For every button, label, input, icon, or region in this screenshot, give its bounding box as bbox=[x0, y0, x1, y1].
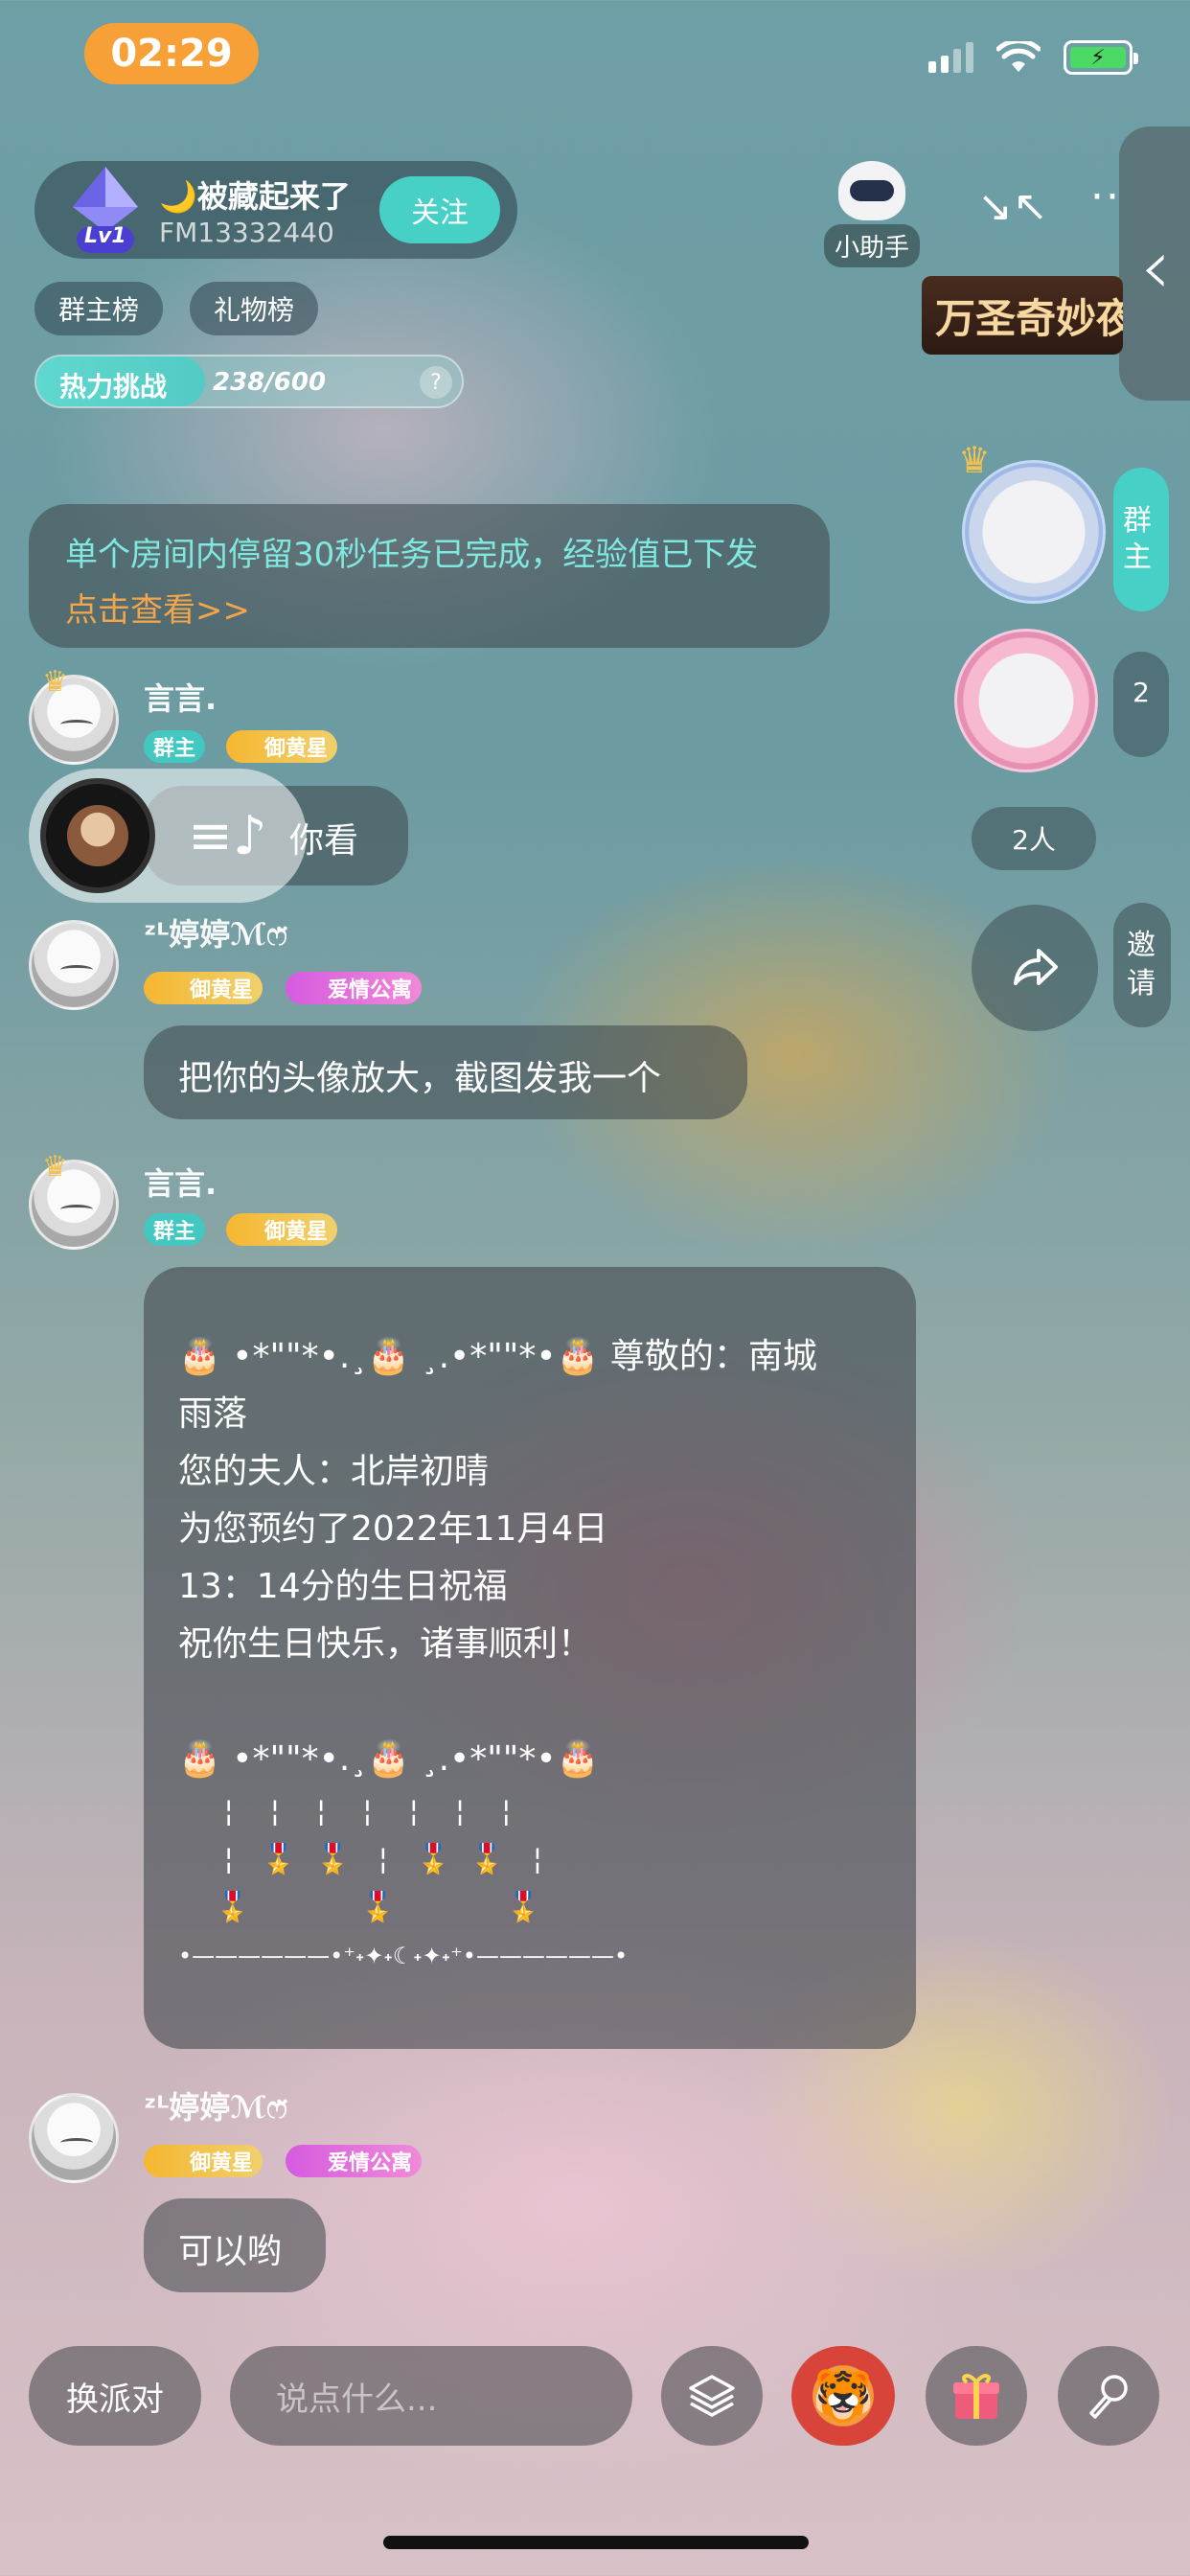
layers-icon bbox=[689, 2375, 735, 2417]
status-icons: ⚡ bbox=[928, 40, 1138, 75]
username[interactable]: ᶻᴸ婷婷ℳෆ̈ bbox=[144, 2083, 287, 2128]
room-level-label: Lv1 bbox=[84, 224, 126, 248]
avatar[interactable] bbox=[29, 920, 119, 1010]
gift-icon bbox=[953, 2374, 999, 2419]
layers-button[interactable] bbox=[661, 2346, 763, 2446]
system-message-link[interactable]: 点击查看>> bbox=[65, 583, 793, 638]
follow-button[interactable]: 关注 bbox=[379, 176, 500, 243]
home-indicator[interactable] bbox=[383, 2536, 809, 2549]
robot-assistant-icon bbox=[838, 161, 905, 220]
gift-rank-button[interactable]: 礼物榜 bbox=[190, 282, 318, 335]
music-disc-icon[interactable] bbox=[40, 778, 155, 893]
room-name: 🌙被藏起来了 bbox=[159, 178, 351, 215]
battery-icon: ⚡ bbox=[1064, 40, 1138, 75]
username[interactable]: ᶻᴸ婷婷ℳෆ̈ bbox=[144, 910, 287, 954]
tiger-emoji-button[interactable]: 🐯 bbox=[791, 2346, 895, 2446]
chat-input[interactable]: 说点什么... bbox=[230, 2346, 632, 2446]
system-message: 单个房间内停留30秒任务已完成，经验值已下发 点击查看>> bbox=[29, 504, 830, 648]
room-id: FM13332440 bbox=[159, 217, 334, 248]
system-message-text: 单个房间内停留30秒任务已完成，经验值已下发 bbox=[65, 536, 759, 574]
yuhuangxing-badge: 御黄星 bbox=[144, 2145, 263, 2177]
owner-seat-label: 群主 bbox=[1113, 468, 1169, 611]
decoration-line: ¦ ¦ ¦ ¦ ¦ ¦ ¦ bbox=[178, 1795, 512, 1828]
love-apartment-badge: 爱情公寓 bbox=[286, 972, 423, 1004]
owner-rank-button[interactable]: 群主榜 bbox=[34, 282, 163, 335]
help-icon[interactable]: ? bbox=[420, 366, 452, 399]
decoration-line: ¦ 🎖️ 🎖️ ¦ 🎖️ 🎖️ ¦ bbox=[178, 1843, 542, 1876]
chat-text-line bbox=[178, 1673, 881, 1731]
chat-bubble-birthday: 🎂 •*""*•.¸🎂 ¸.•*""*•🎂 尊敬的：南城 雨落 您的夫人：北岸初… bbox=[144, 1267, 916, 2049]
owner-seat-avatar[interactable] bbox=[962, 460, 1106, 604]
badge-label: 爱情公寓 bbox=[328, 2151, 413, 2175]
decoration-line: 🎖️ 🎖️ 🎖️ bbox=[178, 1891, 542, 1924]
yuhuangxing-badge: 御黄星 bbox=[226, 730, 338, 763]
chat-bubble: 把你的头像放大，截图发我一个 bbox=[144, 1025, 747, 1119]
more-options-icon[interactable]: ·· bbox=[1090, 172, 1121, 221]
challenge-label: 热力挑战 bbox=[59, 371, 168, 402]
seat-2-count: 2 bbox=[1113, 652, 1169, 757]
gift-button[interactable] bbox=[926, 2346, 1027, 2446]
decoration-line: •——————•⁺˖✦˖☾˖✦˖⁺•——————• bbox=[178, 1943, 629, 1969]
microphone-button[interactable] bbox=[1058, 2346, 1159, 2446]
challenge-progress-text: 238/600 bbox=[213, 368, 327, 397]
chat-text-line: 🎂 •*""*•.¸🎂 ¸.•*""*•🎂 bbox=[178, 1739, 600, 1779]
chat-text-line: 13：14分的生日祝福 bbox=[178, 1567, 508, 1606]
crown-icon: ♛ bbox=[42, 665, 68, 699]
chat-text-line: 祝你生日快乐，诸事顺利！ bbox=[178, 1624, 593, 1664]
signal-icon bbox=[928, 42, 973, 73]
status-time: 02:29 bbox=[84, 23, 259, 84]
minimize-room-icon[interactable]: ↘↖ bbox=[977, 182, 1048, 231]
chat-text: 可以哟 bbox=[178, 2232, 283, 2271]
microphone-icon bbox=[1089, 2375, 1128, 2419]
seat-avatar-2[interactable] bbox=[954, 629, 1098, 772]
badge-label: 爱情公寓 bbox=[328, 978, 413, 1002]
assistant-button[interactable]: 小助手 bbox=[824, 161, 920, 267]
chat-text-line: 为您预约了2022年11月4日 bbox=[178, 1509, 608, 1549]
assistant-label: 小助手 bbox=[824, 224, 920, 267]
playlist-icon[interactable]: ≡♪ bbox=[188, 805, 267, 867]
side-drawer-tab[interactable]: ‹ bbox=[1119, 126, 1190, 401]
badge-label: 御黄星 bbox=[264, 737, 329, 761]
avatar[interactable] bbox=[29, 2093, 119, 2183]
badge-label: 御黄星 bbox=[264, 1220, 329, 1244]
username[interactable]: 言言. bbox=[144, 675, 217, 719]
chat-text-line: 您的夫人：北岸初晴 bbox=[178, 1452, 490, 1491]
event-banner[interactable]: 万圣奇妙夜 bbox=[922, 276, 1123, 355]
tiger-emoji-icon: 🐯 bbox=[812, 2367, 875, 2426]
wifi-icon bbox=[996, 41, 1041, 72]
heat-challenge-bar[interactable]: 热力挑战 238/600 ? bbox=[34, 355, 464, 408]
chat-bubble: 可以哟 bbox=[144, 2198, 326, 2292]
share-arrow-icon bbox=[1014, 949, 1058, 985]
yuhuangxing-badge: 御黄星 bbox=[226, 1213, 338, 1246]
switch-party-button[interactable]: 换派对 bbox=[29, 2346, 201, 2446]
crown-icon: ♛ bbox=[958, 439, 992, 481]
share-button[interactable] bbox=[972, 905, 1098, 1031]
love-apartment-badge: 爱情公寓 bbox=[286, 2145, 423, 2177]
crown-icon: ♛ bbox=[42, 1150, 68, 1184]
chevron-left-icon: ‹ bbox=[1140, 222, 1171, 311]
chat-text-line: 🎂 •*""*•.¸🎂 ¸.•*""*•🎂 尊敬的：南城 bbox=[178, 1337, 817, 1376]
yuhuangxing-badge: 御黄星 bbox=[144, 972, 263, 1004]
owner-badge: 群主 bbox=[144, 730, 206, 763]
username[interactable]: 言言. bbox=[144, 1160, 217, 1204]
chat-text: 把你的头像放大，截图发我一个 bbox=[178, 1059, 662, 1098]
badge-label: 御黄星 bbox=[190, 2151, 254, 2175]
online-count[interactable]: 2人 bbox=[972, 807, 1096, 870]
owner-badge: 群主 bbox=[144, 1213, 206, 1246]
badge-label: 御黄星 bbox=[190, 978, 254, 1002]
chat-text-line: 雨落 bbox=[178, 1394, 248, 1434]
invite-button[interactable]: 邀请 bbox=[1113, 903, 1171, 1027]
